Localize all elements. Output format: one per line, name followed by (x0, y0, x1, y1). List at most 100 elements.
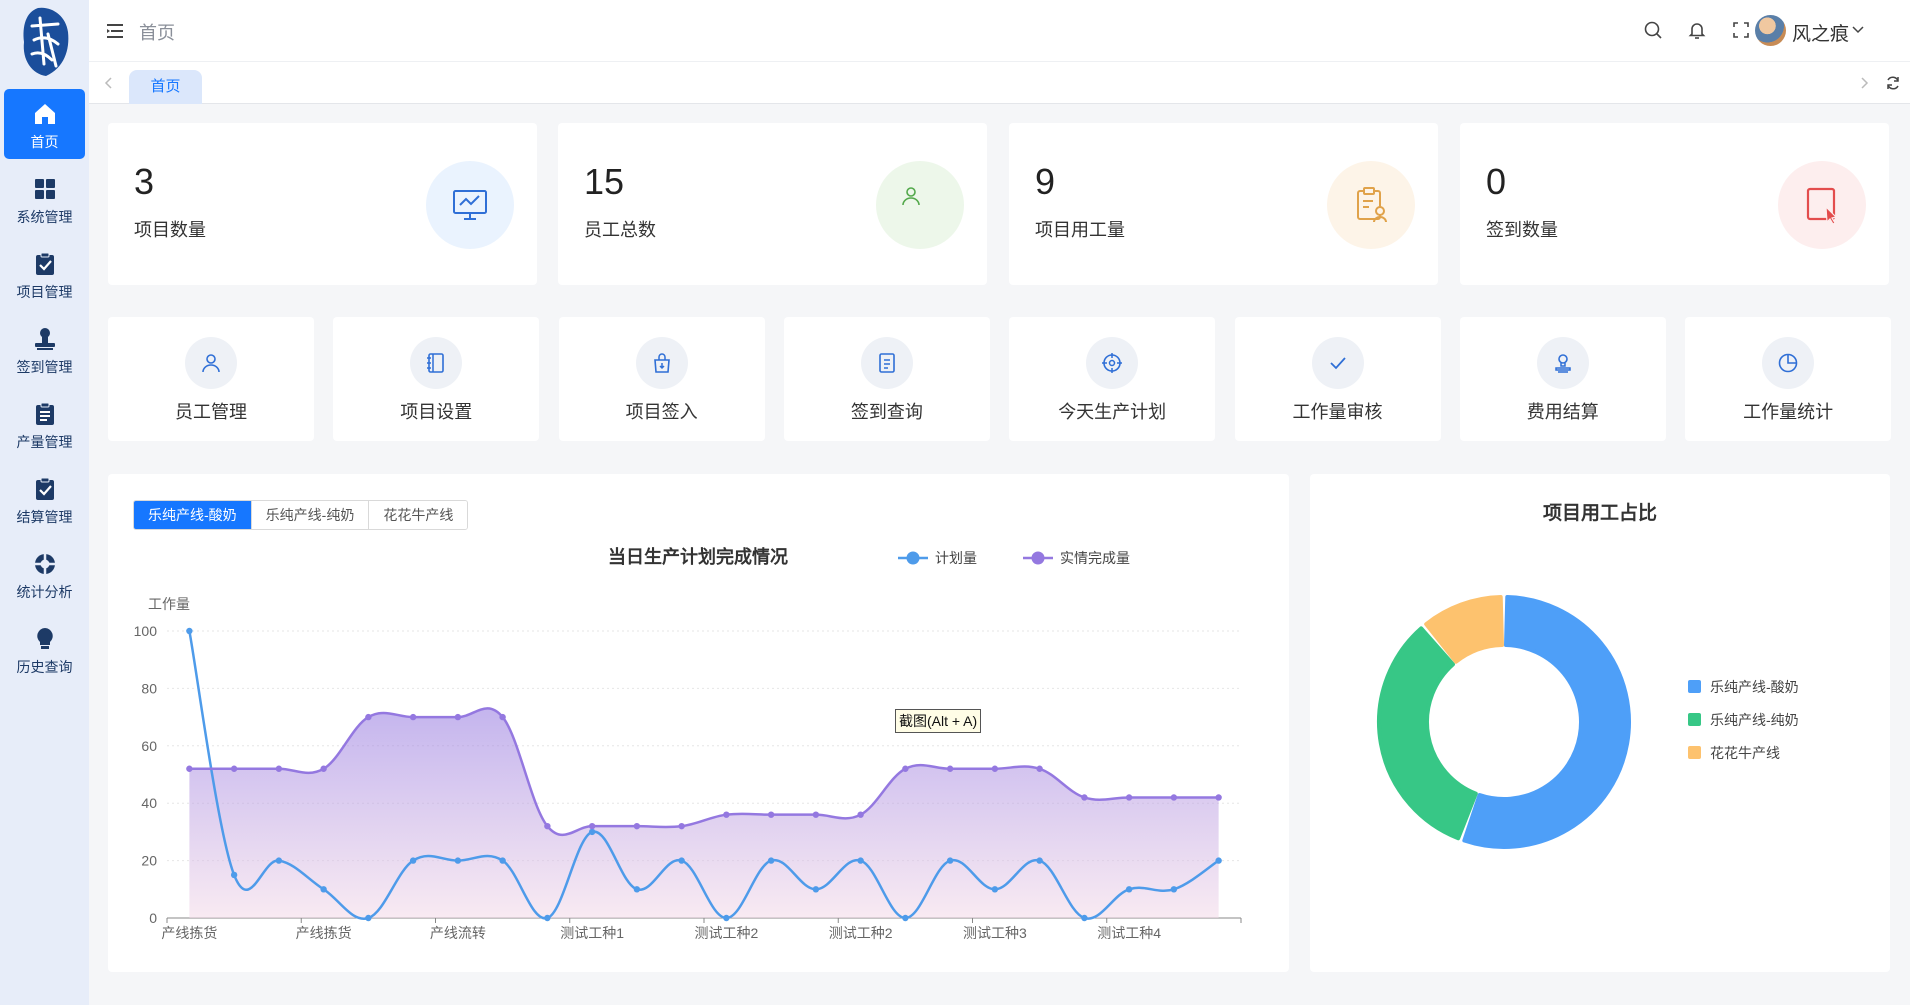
x-tick-label: 测试工种2 (694, 925, 758, 941)
data-point (991, 765, 999, 772)
legend-label: 计划量 (935, 550, 977, 566)
quick-link-icon-circle (1311, 337, 1364, 389)
refresh-icon[interactable] (1885, 75, 1901, 91)
sidebar-item-1[interactable]: 系统管理 (4, 164, 85, 234)
sidebar-item-2[interactable]: 项目管理 (4, 239, 85, 309)
quick-link[interactable]: 员工管理 (108, 317, 314, 441)
sidebar: 首页 系统管理项目管理签到管理 产量管理 结算管理 统计分析历史查询 (0, 0, 89, 1005)
data-point (1215, 794, 1222, 801)
sidebar-item-4[interactable]: 产量管理 (4, 389, 85, 459)
quick-link[interactable]: 项目设置 (333, 317, 540, 441)
data-point (544, 914, 551, 922)
clipboard-check-icon (35, 252, 54, 275)
tablet-cursor-icon (1806, 187, 1838, 225)
pie-icon (1778, 353, 1798, 373)
chevron-left-icon[interactable] (101, 75, 117, 91)
quick-link[interactable]: 今天生产计划 (1009, 317, 1216, 441)
sidebar-item-label: 历史查询 (16, 659, 73, 675)
data-point (723, 811, 730, 818)
data-point (320, 765, 327, 772)
sidebar-item-0[interactable]: 首页 (4, 89, 85, 159)
y-tick-label: 20 (141, 853, 157, 869)
avatar[interactable] (1755, 15, 1786, 46)
quick-link-label: 工作量审核 (1292, 402, 1383, 422)
stat-label: 项目用工量 (1035, 220, 1125, 240)
chart-title: 当日生产计划完成情况 (608, 546, 788, 567)
quick-link-label: 员工管理 (175, 402, 247, 422)
user-icon (902, 187, 920, 206)
data-point (902, 914, 909, 922)
quick-link-label: 签到查询 (850, 402, 923, 422)
x-tick-label: 测试工种2 (829, 925, 893, 941)
data-point (409, 857, 417, 864)
sidebar-item-label: 项目管理 (16, 284, 73, 300)
search-icon[interactable] (1642, 19, 1664, 41)
data-point (1081, 794, 1088, 801)
donut-chart: 项目用工占比乐纯产线-酸奶乐纯产线-纯奶花花牛产线 (1377, 501, 1799, 849)
data-point (186, 627, 193, 635)
data-point (275, 857, 283, 864)
quick-link[interactable]: 工作量统计 (1685, 317, 1892, 441)
sidebar-item-6[interactable]: 统计分析 (4, 539, 85, 609)
pie-legend-swatch (1688, 680, 1701, 693)
bell-icon[interactable] (1686, 19, 1708, 41)
quick-link[interactable]: 工作量审核 (1234, 317, 1441, 441)
data-point (946, 765, 954, 772)
x-tick-label: 测试工种4 (1097, 925, 1161, 941)
user-name[interactable]: 风之痕 (1792, 19, 1849, 46)
data-point (275, 765, 283, 772)
data-point (678, 822, 685, 830)
quick-link[interactable]: 项目签入 (558, 317, 765, 441)
user-icon (202, 354, 220, 373)
document-icon (879, 353, 895, 373)
data-point (186, 765, 193, 772)
data-point (1170, 886, 1178, 893)
sidebar-item-5[interactable]: 结算管理 (4, 464, 85, 534)
labor-share-panel: 项目用工占比 乐纯产线-酸奶 乐纯产线-纯奶 花花牛产线 (1310, 474, 1890, 972)
stat-icon-circle (876, 161, 964, 249)
x-tick-label: 测试工种3 (963, 925, 1027, 941)
data-point (1081, 914, 1088, 922)
data-point (409, 713, 417, 721)
target-icon (1102, 353, 1123, 373)
data-point (1170, 794, 1178, 801)
data-point (723, 914, 730, 922)
data-point (499, 713, 506, 721)
menu-toggle-icon[interactable] (105, 21, 125, 41)
quick-link-label: 工作量统计 (1743, 402, 1834, 422)
legend-marker (1031, 551, 1045, 565)
stat-label: 签到数量 (1486, 220, 1558, 240)
data-point (588, 828, 596, 836)
chevron-right-icon[interactable] (1856, 75, 1872, 91)
data-point (1125, 794, 1133, 801)
home-icon (34, 104, 55, 124)
clipboard-list-icon (35, 402, 54, 425)
tab-home[interactable]: 首页 (129, 70, 202, 104)
quick-link-icon-circle (860, 337, 913, 389)
y-tick-label: 100 (134, 623, 158, 639)
monitor-icon (453, 190, 487, 220)
x-tick-label: 产线拣货 (296, 925, 352, 941)
data-point (544, 822, 551, 830)
data-point (454, 857, 462, 864)
lifebuoy-icon (34, 554, 55, 574)
stat-label: 员工总数 (584, 220, 656, 240)
legend-marker (906, 551, 920, 565)
quick-link[interactable]: 签到查询 (783, 317, 990, 441)
fullscreen-icon[interactable] (1730, 19, 1752, 41)
sidebar-item-7[interactable]: 历史查询 (4, 614, 85, 684)
data-point (767, 811, 775, 818)
legend-label: 实情完成量 (1060, 550, 1130, 566)
stat-value: 15 (584, 161, 625, 202)
quick-link[interactable]: 费用结算 (1459, 317, 1666, 441)
y-axis-label: 工作量 (148, 596, 190, 612)
stat-value: 3 (134, 161, 155, 202)
quick-link-label: 项目签入 (625, 402, 698, 422)
chevron-down-icon[interactable] (1850, 21, 1866, 37)
quick-link-icon-circle (1536, 337, 1589, 389)
stamp-icon (34, 328, 55, 350)
sidebar-item-3[interactable]: 签到管理 (4, 314, 85, 384)
x-tick-label: 产线流转 (430, 925, 486, 941)
stat-icon-circle (1327, 161, 1415, 249)
stat-label: 项目数量 (134, 220, 206, 240)
